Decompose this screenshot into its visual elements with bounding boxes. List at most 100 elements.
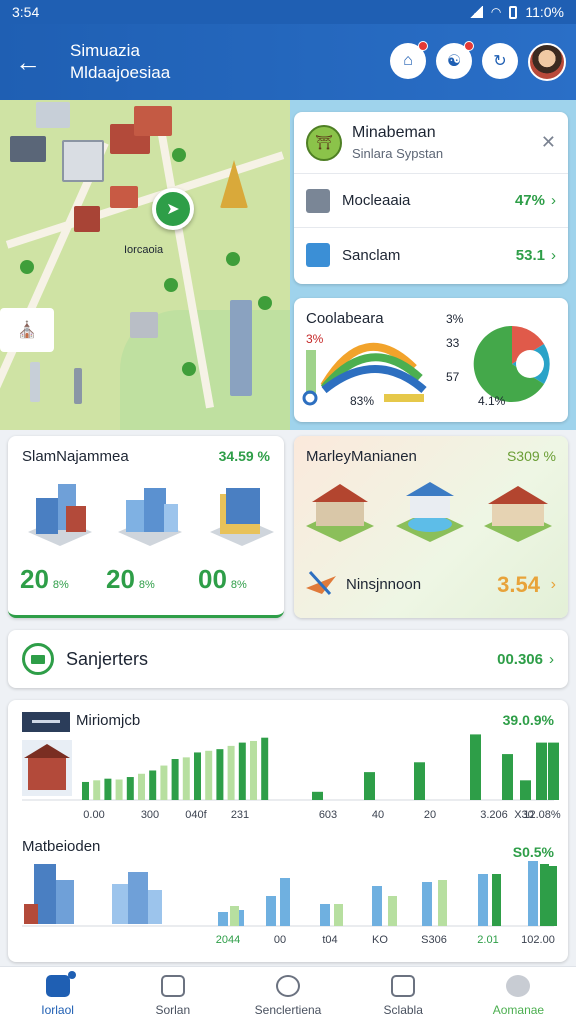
chart-2-tick-label: 2.01 (477, 934, 498, 946)
popup-row-value: 53.1 (515, 246, 545, 264)
search-icon (276, 974, 300, 997)
collab-right-mid: 33 (446, 336, 460, 350)
navigation-pin-icon[interactable]: ➤ (152, 188, 194, 230)
collab-pie-hole (516, 350, 544, 378)
chart-2-bar (266, 896, 276, 926)
money-sub-value: 3.54 (497, 572, 540, 597)
home-alert-icon[interactable]: ⌂ (390, 41, 428, 79)
chart-2-bar (280, 878, 290, 926)
chart-2-bar-secondary (230, 906, 239, 926)
map-building (36, 102, 70, 128)
chart-1-tick-label: 3.206 (480, 809, 508, 821)
nav-item-charts[interactable]: Sclabla (346, 967, 461, 1024)
chevron-right-icon: › (551, 246, 556, 264)
map-landmark-icon[interactable]: ⛪ (0, 308, 54, 352)
chart-1-bar (138, 773, 145, 800)
stats-number: 20 8% (20, 564, 69, 595)
map-tree (258, 296, 272, 310)
airplane-icon (306, 570, 336, 596)
chart-1-tick-label: 20 (424, 809, 436, 821)
status-bar: 3:54 ◠ 11:0% (0, 0, 576, 24)
title-line-2: Mldaajoesiaa (70, 63, 171, 82)
stats-value: 34.59 % (218, 448, 270, 464)
nav-item-home[interactable]: Iorlaol (0, 967, 115, 1024)
chart-1-bar-right (470, 734, 481, 800)
chart-2-bar (372, 886, 382, 926)
charts-svg: 0.00 300 040f 231 603 40 20 3.206 X3012.08% 2044… (22, 734, 561, 946)
chart-2-value: S0.5% (512, 844, 554, 860)
map-building (110, 186, 138, 208)
stats-number-value: 20 (106, 564, 135, 594)
chart-1-tick-label: 300 (141, 809, 159, 821)
nav-item-schedule[interactable]: Sorlan (115, 967, 230, 1024)
chart-2-bar-secondary (334, 904, 343, 926)
money-management-card[interactable]: MarleyManianen S309 % Ninsjnnoon 3.54 › (294, 436, 568, 618)
popup-row[interactable]: Mocleaaia 47% › (294, 174, 568, 228)
collab-title: Coolabeara (306, 310, 384, 327)
title-line-1: Simuazia (70, 41, 140, 60)
map-tower (230, 300, 252, 396)
popup-subtitle: Sinlara Sypstan (352, 146, 444, 161)
nav-item-profile[interactable]: Aomanae (461, 967, 576, 1024)
sync-icon[interactable]: ↻ (482, 43, 518, 79)
chart-1-tick-label: 231 (231, 809, 249, 821)
chevron-right-icon: › (549, 650, 554, 668)
battery-text: 11:0% (525, 4, 564, 20)
chart-1-bar-right (364, 772, 375, 800)
stats-number-unit: 8% (138, 579, 155, 591)
chart-2-bar (528, 861, 538, 926)
chart-2-bar-secondary (492, 874, 501, 926)
nav-label: Iorlaol (41, 1002, 74, 1017)
chart-1-tick-label: 040f (185, 809, 207, 821)
close-icon[interactable]: ✕ (541, 132, 556, 153)
chart-2-tick-label: KO (372, 934, 388, 946)
chart-1-bar (149, 770, 157, 800)
map-tree (226, 252, 240, 266)
nav-label: Aomanae (492, 1002, 545, 1017)
back-arrow-icon[interactable]: ← (0, 47, 56, 78)
stats-title: SlamNajammea (22, 448, 129, 465)
collab-right-bottom: 4.1% (478, 394, 506, 408)
chart-1-bar (216, 749, 224, 800)
collaboration-card[interactable]: Coolabeara 3% 83% 3% 33 57 4.1% (294, 298, 568, 422)
chart-1-title: Miriomjcb (76, 712, 141, 729)
map-label: Iorcaoia (124, 244, 164, 256)
nav-label: Sclabla (383, 1002, 423, 1017)
page-title: Simuazia Mldaajoesiaa (70, 40, 170, 84)
chart-2-bar-secondary (548, 866, 557, 926)
book-icon (306, 243, 330, 267)
map-tree (182, 362, 196, 376)
chart-2-tick-label: 00 (274, 934, 286, 946)
chart-2-bar-secondary (438, 880, 447, 926)
map-building (130, 312, 158, 338)
chart-1-value: 39.0.9% (502, 712, 554, 728)
wallet-icon (22, 643, 54, 675)
summary-row[interactable]: Sanjerters 00.306 › (8, 630, 568, 688)
nav-item-search[interactable]: Senclertiena (230, 967, 345, 1024)
chart-2-title: Matbeioden (22, 838, 101, 855)
building-icon (306, 188, 330, 213)
status-time: 3:54 (12, 4, 40, 20)
map-tree (20, 260, 34, 274)
chart-1-bar-right (502, 754, 513, 800)
pool-house-icon (396, 482, 464, 542)
popup-title: Minabeman (352, 124, 436, 141)
map-rocket (30, 362, 40, 402)
avatar[interactable] (528, 43, 566, 81)
notification-dot (418, 41, 428, 51)
chart-1-tick-label: 12.08% (523, 809, 561, 821)
map-building (62, 140, 104, 182)
chart-1-bar-right (548, 742, 559, 800)
popup-row[interactable]: Sanclam 53.1 › (294, 228, 568, 282)
chart-1-bar (194, 752, 201, 800)
nav-label: Senclertiena (254, 1002, 322, 1017)
collab-bar (384, 394, 424, 402)
network-alert-icon[interactable]: ☯ (436, 41, 474, 79)
chart-1-bar (160, 765, 168, 800)
stats-card[interactable]: SlamNajammea 34.59 % 20 8% 20 8% 00 8% (8, 436, 284, 618)
chart-1-bar (171, 759, 179, 800)
stats-number-unit: 8% (230, 579, 247, 591)
stats-number: 00 8% (198, 564, 247, 595)
map-tree (172, 148, 186, 162)
chart-2-tick-label: S306 (421, 934, 447, 946)
